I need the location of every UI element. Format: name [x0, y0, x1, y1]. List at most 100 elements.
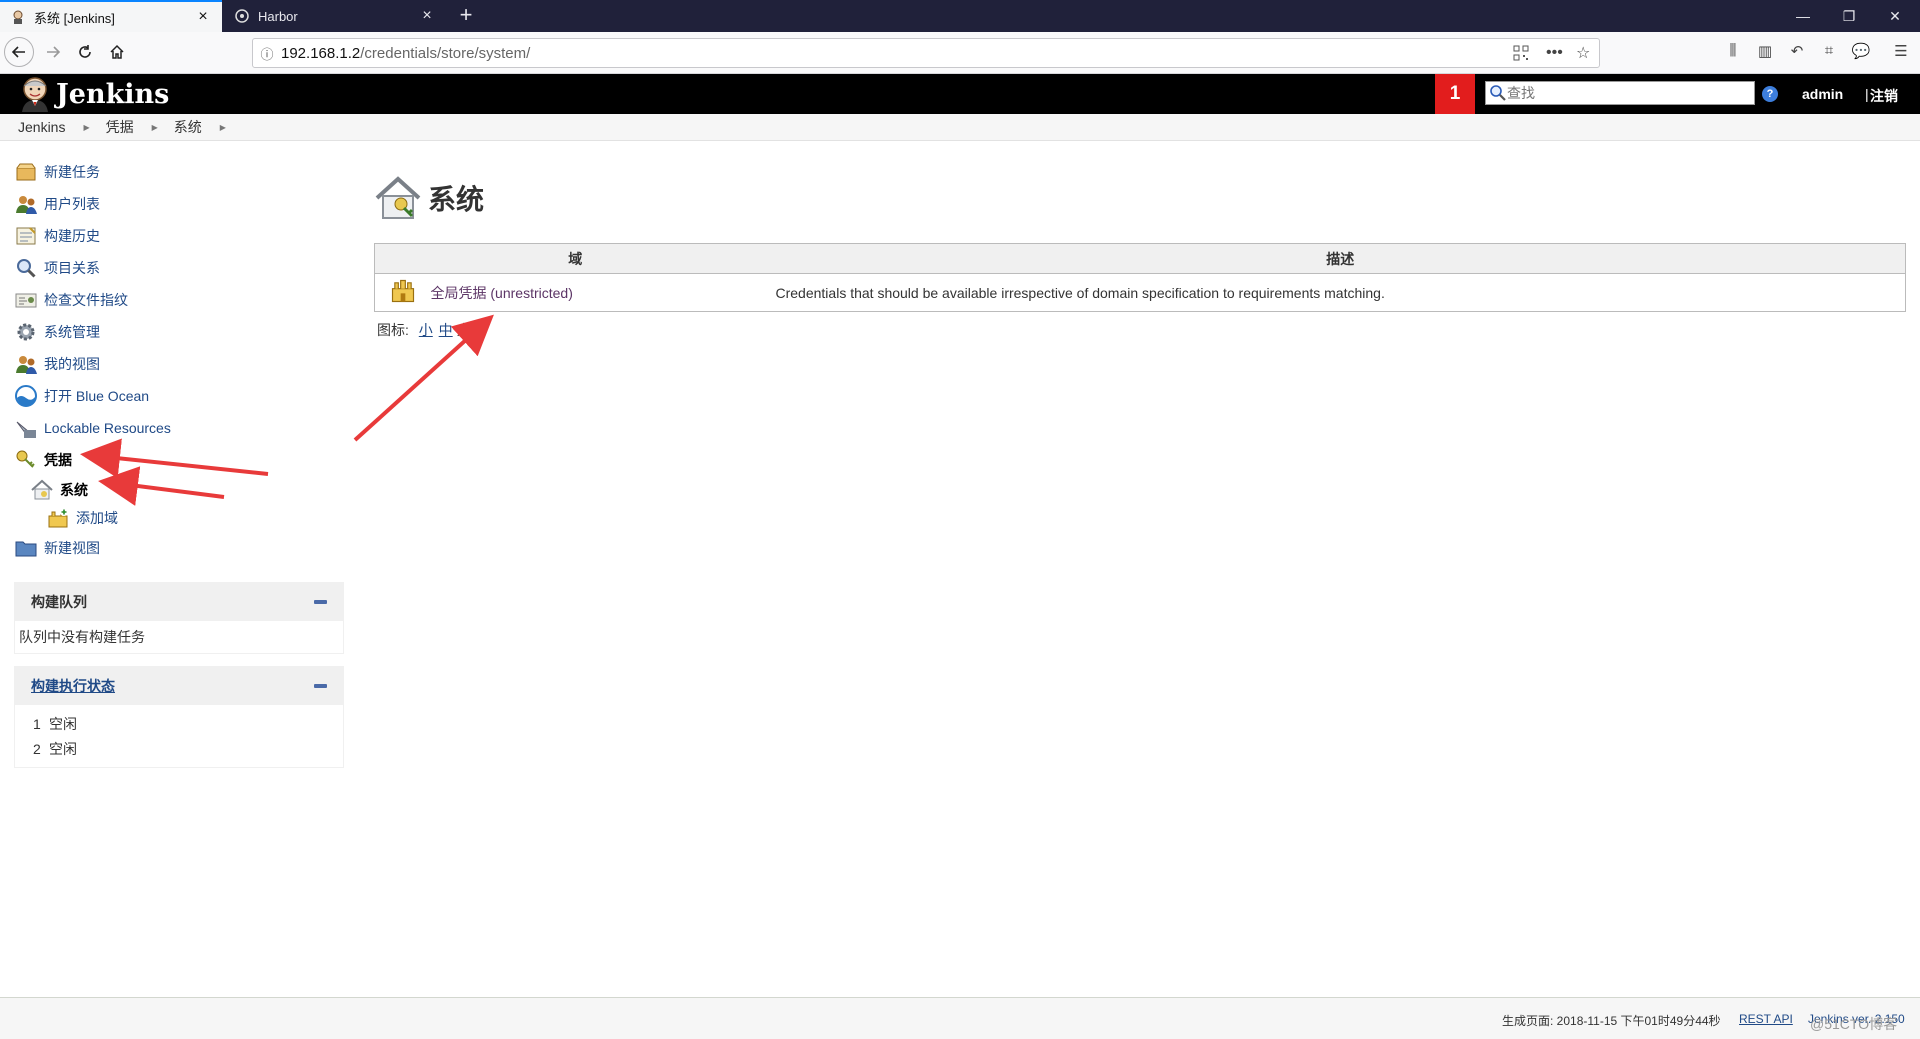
- logout-link[interactable]: 注销: [1870, 86, 1898, 106]
- harbor-favicon-icon: [234, 8, 250, 24]
- executor-row: 1 空闲: [19, 711, 339, 736]
- blue-ocean-icon: [15, 385, 37, 407]
- browser-tab-jenkins[interactable]: 系统 [Jenkins] ×: [0, 0, 222, 32]
- breadcrumb-system[interactable]: 系统: [174, 117, 202, 137]
- help-icon[interactable]: ?: [1762, 86, 1778, 102]
- task-label[interactable]: Lockable Resources: [44, 420, 171, 436]
- breadcrumb-arrow-icon[interactable]: ▶: [83, 123, 89, 132]
- search-icon: [17, 259, 36, 278]
- generated-timestamp: 生成页面: 2018-11-15 下午01时49分44秒: [1502, 1014, 1721, 1028]
- people-icon: [16, 196, 37, 214]
- icon-size-medium[interactable]: 中: [439, 322, 453, 338]
- column-header-description[interactable]: 描述: [775, 243, 1906, 274]
- table-header-row: 域 描述: [374, 243, 1906, 274]
- close-icon[interactable]: ×: [194, 8, 212, 26]
- sidebar-toggle-icon[interactable]: ▥: [1754, 42, 1776, 64]
- page-title: 系统: [428, 183, 485, 216]
- build-queue-title: 构建队列: [31, 594, 87, 610]
- reload-button[interactable]: [70, 37, 100, 67]
- rest-api-link[interactable]: REST API: [1739, 1012, 1793, 1026]
- breadcrumb-arrow-icon[interactable]: ▶: [220, 123, 226, 132]
- executors-header: 构建执行状态: [15, 667, 343, 705]
- minimize-icon[interactable]: —: [1780, 0, 1826, 32]
- library-icon[interactable]: ⫼: [1722, 42, 1744, 64]
- task-label[interactable]: 我的视图: [44, 354, 100, 374]
- task-people[interactable]: 用户列表: [14, 188, 344, 220]
- search-input[interactable]: [1507, 83, 1747, 103]
- task-label[interactable]: 检查文件指纹: [44, 290, 128, 310]
- gear-icon: [17, 323, 35, 341]
- forward-button[interactable]: [38, 37, 68, 67]
- reload-icon: [79, 45, 91, 58]
- breadcrumb-jenkins[interactable]: Jenkins: [18, 119, 65, 135]
- column-header-domain[interactable]: 域: [374, 243, 776, 274]
- domain-icon: [391, 279, 414, 303]
- description-cell: Credentials that should be available irr…: [775, 284, 1385, 301]
- build-queue-empty: 队列中没有构建任务: [19, 629, 145, 645]
- new-tab-button[interactable]: +: [452, 0, 480, 32]
- collapse-icon[interactable]: [314, 684, 327, 688]
- bookmark-star-icon[interactable]: ☆: [1576, 38, 1590, 68]
- watermark: @51CTO博客: [1810, 1016, 1898, 1032]
- executors-title[interactable]: 构建执行状态: [31, 676, 115, 696]
- back-button[interactable]: [4, 37, 34, 67]
- task-fingerprint[interactable]: 检查文件指纹: [14, 284, 344, 316]
- menu-icon[interactable]: ☰: [1890, 42, 1912, 64]
- screenshot-icon[interactable]: ⌗: [1818, 42, 1840, 64]
- notification-badge[interactable]: 1: [1435, 74, 1475, 114]
- task-my-views[interactable]: 我的视图: [14, 348, 344, 380]
- window-close-icon[interactable]: ✕: [1872, 0, 1918, 32]
- icon-size-small[interactable]: 小: [419, 322, 433, 338]
- collapse-icon[interactable]: [314, 600, 327, 604]
- task-label[interactable]: 项目关系: [44, 258, 100, 278]
- task-label[interactable]: 添加域: [76, 508, 118, 528]
- credentials-icon: [16, 450, 35, 468]
- home-button[interactable]: [102, 37, 132, 67]
- side-panel: 新建任务 用户列表 构建历史 项目关系 检查文件指纹 系统管理 我的视图 打开 …: [14, 156, 344, 564]
- task-build-history[interactable]: 构建历史: [14, 220, 344, 252]
- browser-tab-harbor[interactable]: Harbor ×: [224, 0, 446, 32]
- url-bar[interactable]: ⓘ 192.168.1.2/credentials/store/system/: [252, 38, 1600, 68]
- user-link[interactable]: admin: [1802, 86, 1843, 102]
- task-label[interactable]: 打开 Blue Ocean: [44, 386, 149, 406]
- task-label[interactable]: 系统管理: [44, 322, 100, 342]
- task-label[interactable]: 凭据: [44, 450, 72, 470]
- breadcrumb-arrow-icon[interactable]: ▶: [152, 123, 158, 132]
- jenkins-logo[interactable]: Jenkins: [18, 76, 169, 112]
- task-label[interactable]: 系统: [60, 480, 88, 500]
- undo-icon[interactable]: ↶: [1786, 42, 1808, 64]
- close-icon[interactable]: ×: [418, 7, 436, 25]
- task-lockable-resources[interactable]: Lockable Resources: [14, 412, 344, 444]
- task-label[interactable]: 构建历史: [44, 226, 100, 246]
- build-queue-pane: 构建队列 队列中没有构建任务: [14, 582, 344, 654]
- footer: 生成页面: 2018-11-15 下午01时49分44秒 REST API Je…: [0, 997, 1920, 1039]
- task-project-relationship[interactable]: 项目关系: [14, 252, 344, 284]
- chat-icon[interactable]: 💬: [1850, 42, 1872, 64]
- tab-title: Harbor: [258, 8, 298, 24]
- task-new-view[interactable]: 新建视图: [14, 532, 344, 564]
- page-actions-icon[interactable]: •••: [1546, 38, 1563, 68]
- system-store-icon: [375, 176, 421, 219]
- global-credentials-link[interactable]: 全局凭据 (unrestricted): [431, 285, 573, 301]
- browser-nav-bar: ⓘ 192.168.1.2/credentials/store/system/ …: [0, 32, 1920, 74]
- folder-icon: [15, 541, 37, 557]
- task-system-store[interactable]: 系统: [14, 476, 344, 504]
- task-label[interactable]: 用户列表: [44, 194, 100, 214]
- breadcrumb-credentials[interactable]: 凭据: [106, 117, 134, 137]
- task-new-item[interactable]: 新建任务: [14, 156, 344, 188]
- qr-code-icon[interactable]: [1513, 38, 1529, 68]
- task-label[interactable]: 新建视图: [44, 538, 100, 558]
- task-add-domain[interactable]: 添加域: [14, 504, 344, 532]
- site-info-icon[interactable]: ⓘ: [253, 44, 281, 63]
- icon-size-large: 大: [456, 322, 471, 338]
- task-label[interactable]: 新建任务: [44, 162, 100, 182]
- jenkins-header: Jenkins 1 ? admin | 注销: [0, 74, 1920, 114]
- task-credentials[interactable]: 凭据: [14, 444, 344, 476]
- icon-size-selector: 图标: 小 中 大: [377, 320, 471, 340]
- restore-icon[interactable]: ❐: [1826, 0, 1872, 32]
- page-title-block: 系统: [374, 174, 484, 222]
- task-manage-jenkins[interactable]: 系统管理: [14, 316, 344, 348]
- url-path: /credentials/store/system/: [360, 44, 531, 62]
- task-blue-ocean[interactable]: 打开 Blue Ocean: [14, 380, 344, 412]
- build-history-icon: [16, 227, 36, 245]
